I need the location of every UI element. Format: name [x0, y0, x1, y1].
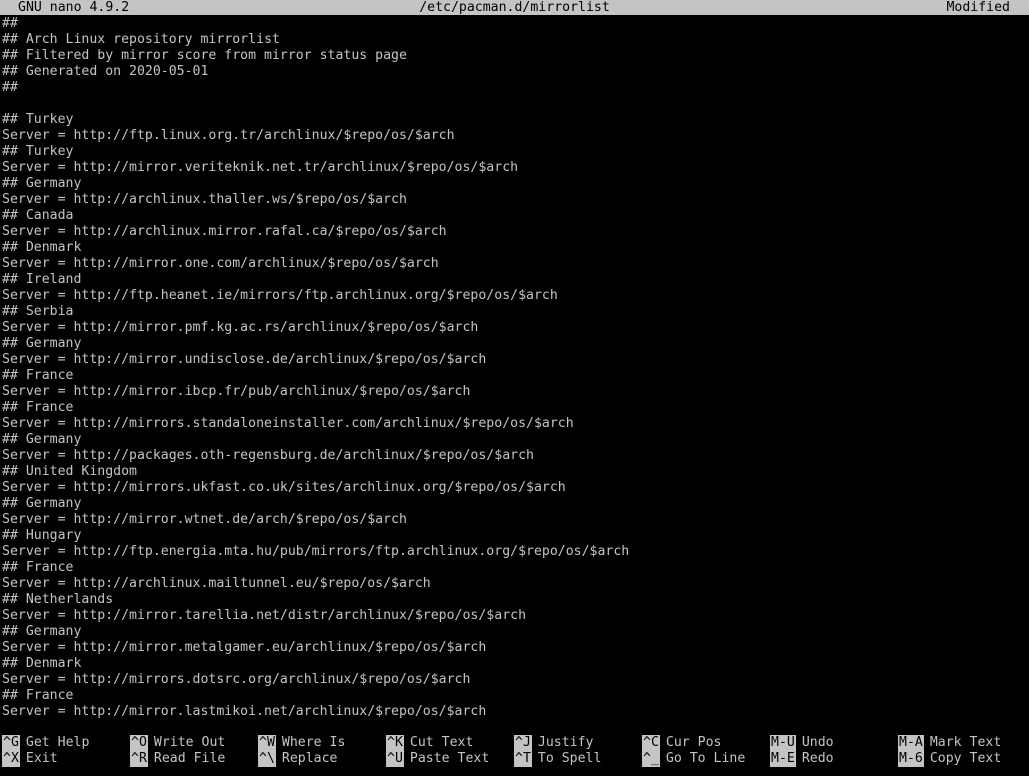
- editor-line[interactable]: Server = http://ftp.heanet.ie/mirrors/ft…: [2, 288, 1027, 304]
- editor-line[interactable]: ## Turkey: [2, 144, 1027, 160]
- shortcut-label: Undo: [801, 735, 834, 750]
- shortcut-go-to-line[interactable]: ^_ Go To Line: [642, 751, 745, 767]
- shortcut-cut-text[interactable]: ^K Cut Text: [386, 735, 473, 751]
- shortcut-key: M-A: [898, 735, 924, 751]
- shortcut-key: ^\: [258, 751, 276, 767]
- editor-line[interactable]: Server = http://mirror.ibcp.fr/pub/archl…: [2, 384, 1027, 400]
- shortcut-key: ^W: [258, 735, 276, 751]
- editor-line[interactable]: ## France: [2, 560, 1027, 576]
- shortcut-label: Justify: [537, 735, 594, 750]
- editor-line[interactable]: Server = http://mirror.one.com/archlinux…: [2, 256, 1027, 272]
- editor-line[interactable]: ## Generated on 2020-05-01: [2, 64, 1027, 80]
- editor-line[interactable]: ## Germany: [2, 496, 1027, 512]
- shortcut-key: ^R: [130, 751, 148, 767]
- shortcut-label: Copy Text: [929, 751, 1002, 766]
- shortcut-key: ^_: [642, 751, 660, 767]
- shortcut-label: Get Help: [25, 735, 90, 750]
- shortcut-mark-text[interactable]: M-A Mark Text: [898, 735, 1001, 751]
- shortcut-replace[interactable]: ^\ Replace: [258, 751, 337, 767]
- editor-line[interactable]: Server = http://archlinux.thaller.ws/$re…: [2, 192, 1027, 208]
- editor-line[interactable]: Server = http://mirror.metalgamer.eu/arc…: [2, 640, 1027, 656]
- editor-line[interactable]: ## Turkey: [2, 112, 1027, 128]
- editor-line[interactable]: Server = http://mirrors.dotsrc.org/archl…: [2, 672, 1027, 688]
- shortcut-label: Exit: [25, 751, 58, 766]
- editor-line[interactable]: ## Ireland: [2, 272, 1027, 288]
- shortcut-label: Replace: [281, 751, 338, 766]
- editor-line[interactable]: Server = http://mirrors.ukfast.co.uk/sit…: [2, 480, 1027, 496]
- file-path: /etc/pacman.d/mirrorlist: [419, 0, 610, 15]
- editor-line[interactable]: ## France: [2, 368, 1027, 384]
- editor-line[interactable]: ## Denmark: [2, 656, 1027, 672]
- shortcut-to-spell[interactable]: ^T To Spell: [514, 751, 601, 767]
- shortcut-label: Paste Text: [409, 751, 490, 766]
- shortcut-read-file[interactable]: ^R Read File: [130, 751, 225, 767]
- shortcut-key: M-U: [770, 735, 796, 751]
- title-bar: /etc/pacman.d/mirrorlist GNU nano 4.9.2 …: [0, 0, 1029, 15]
- editor-line[interactable]: ## Filtered by mirror score from mirror …: [2, 48, 1027, 64]
- shortcut-key: M-6: [898, 751, 924, 767]
- shortcut-label: Where Is: [281, 735, 346, 750]
- shortcut-cur-pos[interactable]: ^C Cur Pos: [642, 735, 721, 751]
- editor-line[interactable]: ## Denmark: [2, 240, 1027, 256]
- app-version: GNU nano 4.9.2: [18, 0, 130, 15]
- editor-line[interactable]: Server = http://archlinux.mailtunnel.eu/…: [2, 576, 1027, 592]
- shortcut-label: Redo: [801, 751, 834, 766]
- editor-line[interactable]: Server = http://mirror.wtnet.de/arch/$re…: [2, 512, 1027, 528]
- shortcut-label: Read File: [153, 751, 226, 766]
- editor-line[interactable]: Server = http://ftp.energia.mta.hu/pub/m…: [2, 544, 1027, 560]
- editor-line[interactable]: ## United Kingdom: [2, 464, 1027, 480]
- editor-text-area[interactable]: ## ## Arch Linux repository mirrorlist ## …: [2, 16, 1027, 720]
- editor-line[interactable]: Server = http://mirror.undisclose.de/arc…: [2, 352, 1027, 368]
- editor-line[interactable]: ## Germany: [2, 432, 1027, 448]
- shortcut-key: ^U: [386, 751, 404, 767]
- shortcut-key: ^J: [514, 735, 532, 751]
- editor-line[interactable]: ## France: [2, 400, 1027, 416]
- shortcut-where-is[interactable]: ^W Where Is: [258, 735, 345, 751]
- editor-line[interactable]: ## Hungary: [2, 528, 1027, 544]
- shortcut-exit[interactable]: ^X Exit: [2, 751, 58, 767]
- editor-line[interactable]: ##: [2, 16, 1027, 32]
- shortcut-justify[interactable]: ^J Justify: [514, 735, 593, 751]
- editor-line[interactable]: [2, 96, 1027, 112]
- shortcut-label: To Spell: [537, 751, 602, 766]
- editor-line[interactable]: ## Serbia: [2, 304, 1027, 320]
- shortcut-write-out[interactable]: ^O Write Out: [130, 735, 225, 751]
- shortcut-undo[interactable]: M-U Undo: [770, 735, 834, 751]
- editor-line[interactable]: ## France: [2, 688, 1027, 704]
- shortcut-key: ^X: [2, 751, 20, 767]
- shortcut-redo[interactable]: M-E Redo: [770, 751, 834, 767]
- editor-line[interactable]: ## Canada: [2, 208, 1027, 224]
- shortcut-paste-text[interactable]: ^U Paste Text: [386, 751, 489, 767]
- editor-line[interactable]: ##: [2, 80, 1027, 96]
- editor-line[interactable]: ## Germany: [2, 336, 1027, 352]
- shortcut-key: ^K: [386, 735, 404, 751]
- shortcut-key: ^G: [2, 735, 20, 751]
- shortcut-copy-text[interactable]: M-6 Copy Text: [898, 751, 1001, 767]
- editor-line[interactable]: Server = http://mirror.veriteknik.net.tr…: [2, 160, 1027, 176]
- shortcut-label: Write Out: [153, 735, 226, 750]
- shortcut-bar: ^G Get Help ^X Exit ^O Write Out ^R Read File ^W…: [0, 735, 1029, 767]
- editor-line[interactable]: Server = http://packages.oth-regensburg.…: [2, 448, 1027, 464]
- modified-status: Modified: [946, 0, 1010, 15]
- shortcut-get-help[interactable]: ^G Get Help: [2, 735, 89, 751]
- editor-line[interactable]: ## Arch Linux repository mirrorlist: [2, 32, 1027, 48]
- shortcut-label: Cut Text: [409, 735, 474, 750]
- shortcut-key: M-E: [770, 751, 796, 767]
- editor-line[interactable]: ## Netherlands: [2, 592, 1027, 608]
- editor-line[interactable]: Server = http://mirrors.standaloneinstal…: [2, 416, 1027, 432]
- editor-line[interactable]: Server = http://mirror.tarellia.net/dist…: [2, 608, 1027, 624]
- shortcut-label: Mark Text: [929, 735, 1002, 750]
- shortcut-label: Cur Pos: [665, 735, 722, 750]
- editor-line[interactable]: ## Germany: [2, 176, 1027, 192]
- shortcut-label: Go To Line: [665, 751, 746, 766]
- editor-line[interactable]: Server = http://ftp.linux.org.tr/archlin…: [2, 128, 1027, 144]
- editor-line[interactable]: Server = http://mirror.pmf.kg.ac.rs/arch…: [2, 320, 1027, 336]
- shortcut-key: ^O: [130, 735, 148, 751]
- editor-line[interactable]: Server = http://mirror.lastmikoi.net/arc…: [2, 704, 1027, 720]
- editor-line[interactable]: Server = http://archlinux.mirror.rafal.c…: [2, 224, 1027, 240]
- shortcut-key: ^C: [642, 735, 660, 751]
- shortcut-key: ^T: [514, 751, 532, 767]
- editor-line[interactable]: ## Germany: [2, 624, 1027, 640]
